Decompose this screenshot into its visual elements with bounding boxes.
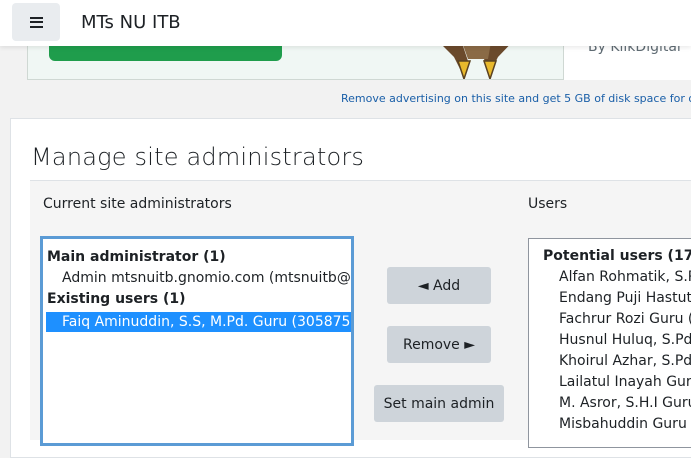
option-potential-user[interactable]: M. Asror, S.H.I Guru (559, 395, 691, 411)
current-admins-label: Current site administrators (43, 196, 232, 212)
current-admins-select[interactable]: Main administrator (1) Admin mtsnuitb.gn… (40, 236, 354, 446)
set-main-admin-button[interactable]: Set main admin (374, 385, 504, 422)
option-main-admin[interactable]: Admin mtsnuitb.gnomio.com (mtsnuitb@gnom… (62, 270, 351, 286)
hamburger-menu-icon (29, 16, 43, 28)
option-existing-user-selected[interactable]: Faiq Aminuddin, S.S, M.Pd. Guru (3058757… (46, 312, 351, 332)
potential-users-select[interactable]: Potential users (17) Alfan Rohmatik, S.P… (528, 238, 691, 448)
hamburger-menu-button[interactable] (12, 3, 60, 41)
option-potential-user[interactable]: Alfan Rohmatik, S.Pd (559, 269, 691, 285)
top-navbar: MTs NU ITB (0, 0, 691, 46)
page-title: Manage site administrators (31, 143, 365, 171)
option-potential-user[interactable]: Endang Puji Hastuti, S.Pd (559, 290, 691, 306)
optgroup-potential-users: Potential users (17) (543, 248, 691, 264)
users-label: Users (528, 196, 568, 212)
add-button[interactable]: ◄ Add (387, 267, 491, 304)
remove-advertising-link[interactable]: Remove advertising on this site and get … (341, 92, 691, 105)
option-potential-user[interactable]: Husnul Huluq, S.Pd.I (559, 332, 691, 348)
option-potential-user[interactable]: Lailatul Inayah Guru (559, 374, 691, 390)
remove-button[interactable]: Remove ► (387, 326, 491, 363)
option-potential-user[interactable]: Khoirul Azhar, S.Pd.I (559, 353, 691, 369)
option-potential-user[interactable]: Misbahuddin Guru ( (559, 416, 691, 432)
option-potential-user[interactable]: Fachrur Rozi Guru (3 (559, 311, 691, 327)
optgroup-existing-users: Existing users (1) (47, 291, 186, 307)
optgroup-main-administrator: Main administrator (1) (47, 249, 226, 265)
site-name[interactable]: MTs NU ITB (81, 12, 181, 33)
